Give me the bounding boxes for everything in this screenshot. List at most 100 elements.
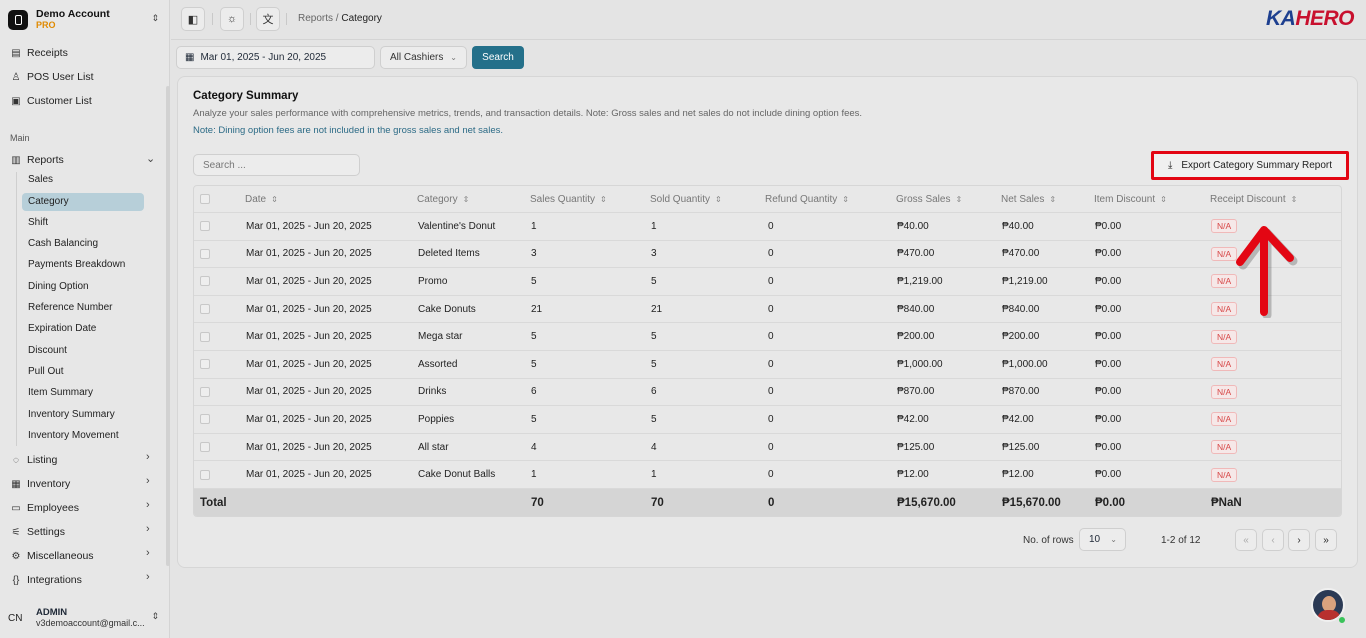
col-item-discount[interactable]: Item Discount ⇕ — [1094, 186, 1167, 212]
nav-label: Integrations — [27, 574, 82, 586]
col-sales-quantity[interactable]: Sales Quantity ⇕ — [530, 186, 607, 212]
divider — [212, 13, 213, 25]
sidebar-item-reference-number[interactable]: Reference Number — [22, 299, 144, 317]
sidebar-scrollbar[interactable] — [166, 86, 170, 566]
contact-icon: ▣ — [11, 95, 21, 107]
row-checkbox[interactable] — [200, 268, 210, 295]
receipt-icon: ▤ — [11, 47, 21, 59]
nav-label: Employees — [27, 502, 79, 514]
table-cell: 5 — [651, 413, 657, 425]
total-receipt-discount: ₱NaN — [1211, 497, 1242, 509]
sidebar-item-dining-option[interactable]: Dining Option — [22, 278, 144, 296]
table-cell: N/A — [1211, 461, 1238, 488]
search-input[interactable]: Search ... — [193, 154, 360, 176]
sidebar-item-sales[interactable]: Sales — [22, 171, 144, 189]
table-cell: ₱12.00 — [897, 469, 929, 481]
chevron-right-icon: › — [146, 547, 150, 559]
col-gross-sales[interactable]: Gross Sales ⇕ — [896, 186, 962, 212]
account-switcher[interactable]: Demo Account PRO ⇕ — [8, 6, 163, 34]
table-cell: 4 — [531, 441, 537, 453]
sidebar-item-inventory-summary[interactable]: Inventory Summary — [22, 406, 144, 424]
nav-miscellaneous[interactable]: ⚙ Miscellaneous — [10, 547, 94, 565]
sidebar-item-pull-out[interactable]: Pull Out — [22, 363, 144, 381]
col-refund-quantity[interactable]: Refund Quantity ⇕ — [765, 186, 849, 212]
date-range-picker[interactable]: ▦ Mar 01, 2025 - Jun 20, 2025 — [176, 46, 375, 69]
nav-integrations[interactable]: {} Integrations — [10, 571, 82, 589]
sliders-icon: ⚟ — [11, 526, 21, 538]
table-cell: ₱12.00 — [1002, 469, 1034, 481]
total-gross-sales: ₱15,670.00 — [897, 497, 956, 509]
row-checkbox[interactable] — [200, 434, 210, 461]
nav-receipts[interactable]: ▤ Receipts — [10, 44, 68, 62]
sidebar-item-discount[interactable]: Discount — [22, 342, 144, 360]
table-cell: ₱1,000.00 — [897, 358, 943, 370]
submenu-guide-line — [16, 172, 17, 446]
page-title: Category Summary — [193, 90, 299, 102]
next-page-button[interactable]: › — [1288, 529, 1310, 551]
page-note: Note: Dining option fees are not include… — [193, 125, 503, 136]
online-status-indicator — [1337, 615, 1347, 625]
theme-toggle-button[interactable]: ☼ — [220, 7, 244, 31]
row-checkbox[interactable] — [200, 296, 210, 323]
table-row: Mar 01, 2025 - Jun 20, 2025 Poppies 5 5 0 ₱42… — [194, 406, 1341, 434]
last-page-button[interactable]: » — [1315, 529, 1337, 551]
nav-reports[interactable]: ▥ Reports — [10, 151, 64, 169]
sidebar-item-cash-balancing[interactable]: Cash Balancing — [22, 235, 144, 253]
table-cell: Mar 01, 2025 - Jun 20, 2025 — [246, 331, 372, 343]
sort-icon: ⇕ — [715, 194, 722, 204]
col-category[interactable]: Category ⇕ — [417, 186, 469, 212]
col-date[interactable]: Date ⇕ — [245, 186, 278, 212]
sidebar-item-expiration-date[interactable]: Expiration Date — [22, 320, 144, 338]
sidebar-item-category[interactable]: Category — [22, 193, 144, 211]
chevron-down-icon: ⌄ — [1110, 535, 1117, 544]
row-checkbox[interactable] — [200, 241, 210, 268]
export-report-button[interactable]: ⤓ Export Category Summary Report — [1151, 151, 1349, 180]
rows-per-page-select[interactable]: 10 ⌄ — [1079, 528, 1126, 551]
table-cell: Mar 01, 2025 - Jun 20, 2025 — [246, 413, 372, 425]
nav-pos-user-list[interactable]: ♙ POS User List — [10, 68, 94, 86]
row-checkbox[interactable] — [200, 213, 210, 240]
language-button[interactable]: 文 — [256, 7, 280, 31]
nav-listing[interactable]: ◌ Listing — [10, 451, 57, 469]
table-cell: 1 — [531, 469, 537, 481]
sort-icon: ⇕ — [600, 194, 607, 204]
pagination-info: 1-2 of 12 — [1161, 535, 1201, 546]
table-total-row: Total 70 70 0 ₱15,670.00 ₱15,670.00 ₱0.0… — [194, 489, 1341, 516]
chevron-down-icon: ⌄ — [450, 53, 457, 62]
user-menu[interactable]: CN ADMIN v3demoaccount@gmail.c... ⇕ — [8, 604, 163, 632]
row-checkbox[interactable] — [200, 406, 210, 433]
toggle-sidebar-button[interactable]: ◧ — [181, 7, 205, 31]
nav-customer-list[interactable]: ▣ Customer List — [10, 92, 92, 110]
prev-page-button[interactable]: ‹ — [1262, 529, 1284, 551]
sort-icon: ⇕ — [1290, 194, 1298, 204]
row-checkbox[interactable] — [200, 323, 210, 350]
col-receipt-discount[interactable]: Receipt Discount ⇕ — [1210, 186, 1297, 212]
double-chevron-left-icon: « — [1243, 534, 1249, 546]
table-row: Mar 01, 2025 - Jun 20, 2025 Cake Donut Ba… — [194, 461, 1341, 489]
nav-employees[interactable]: ▭ Employees — [10, 499, 79, 517]
row-checkbox[interactable] — [200, 461, 210, 488]
breadcrumb-reports[interactable]: Reports — [298, 13, 333, 24]
row-checkbox[interactable] — [200, 379, 210, 406]
table-cell: Mar 01, 2025 - Jun 20, 2025 — [246, 275, 372, 287]
nav-settings[interactable]: ⚟ Settings — [10, 523, 65, 541]
sidebar-item-item-summary[interactable]: Item Summary — [22, 384, 144, 402]
select-all-checkbox[interactable] — [200, 186, 210, 212]
table-cell: 0 — [768, 220, 774, 232]
sort-icon: ⇕ — [955, 194, 963, 204]
sidebar-item-inventory-movement[interactable]: Inventory Movement — [22, 427, 144, 445]
nav-inventory[interactable]: ▦ Inventory — [10, 475, 70, 493]
sidebar-item-payments-breakdown[interactable]: Payments Breakdown — [22, 256, 144, 274]
cashier-select[interactable]: All Cashiers ⌄ — [380, 46, 467, 69]
first-page-button[interactable]: « — [1235, 529, 1257, 551]
brand-part: KA — [1265, 7, 1296, 30]
row-checkbox[interactable] — [200, 351, 210, 378]
breadcrumb-separator: / — [335, 13, 339, 24]
table-cell: 0 — [768, 469, 774, 481]
sidebar-item-shift[interactable]: Shift — [22, 214, 144, 232]
table-cell: ₱200.00 — [897, 331, 935, 343]
col-sold-quantity[interactable]: Sold Quantity ⇕ — [650, 186, 722, 212]
search-button[interactable]: Search — [472, 46, 524, 69]
table-cell: ₱1,000.00 — [1002, 358, 1048, 370]
col-net-sales[interactable]: Net Sales ⇕ — [1001, 186, 1056, 212]
